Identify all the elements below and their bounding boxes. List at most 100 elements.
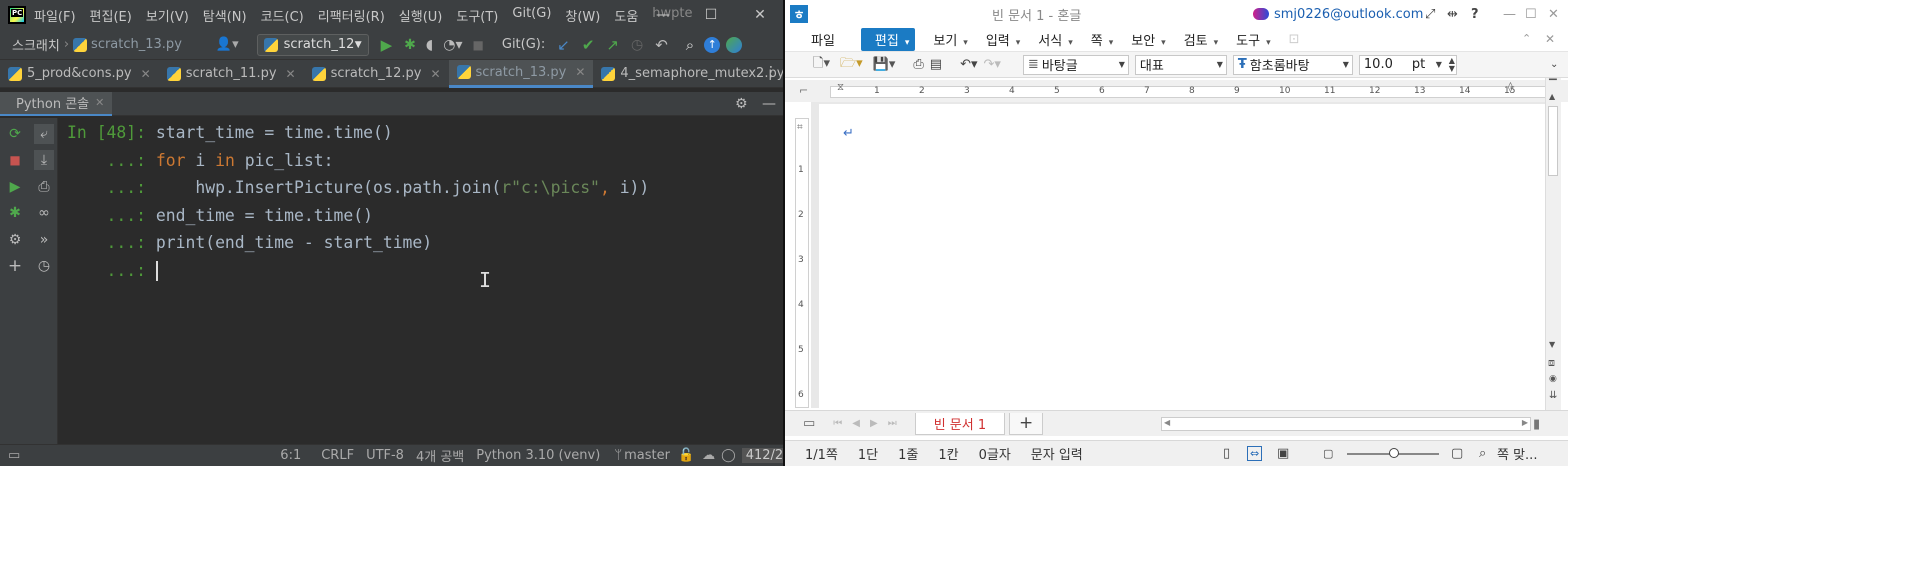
prev-tab-icon[interactable]: ◀ [852,418,860,429]
maximize-icon[interactable]: ☐ [1525,7,1537,22]
maximize-icon[interactable]: ☐ [688,0,734,30]
lock-icon[interactable]: 🔓 [678,448,694,463]
vertical-margin-icon[interactable]: ⌗ [797,122,803,133]
cloud-icon[interactable]: ☁ [702,448,715,463]
tab-list-icon[interactable]: ▭ [803,416,815,431]
menu-item[interactable]: 도구(T) [456,6,498,25]
menu-item[interactable]: 편집(E) [90,6,132,25]
console-line[interactable]: ...: hwp.InsertPicture(os.path.join(r"c:… [58,176,650,200]
editor-tab[interactable]: 4_semaphore_mutex2.py✕ [593,60,783,88]
editor-tab[interactable]: scratch_11.py ✕ [159,60,304,88]
normal-view-icon[interactable]: ▯ [1223,446,1230,461]
print-icon[interactable]: ⎙ [913,57,923,72]
next-tab-icon[interactable]: ▶ [870,418,878,429]
more-tabs-icon[interactable]: ⋮ [764,64,778,80]
memory-indicator[interactable]: 412/2048M [741,448,783,463]
editor-tab[interactable]: scratch_12.py ✕ [304,60,449,88]
settings-icon[interactable]: ⚙ [5,230,25,250]
profile-icon[interactable]: ◔▾ [443,37,462,53]
rerun-icon[interactable]: ⟳ [5,124,25,144]
split-icon[interactable]: ⇹ [1447,7,1458,22]
add-icon[interactable]: + [5,256,25,276]
menu-item[interactable]: 파일(F) [34,6,76,25]
minimize-icon[interactable]: — [1503,7,1516,22]
language-select[interactable]: 대표 ▼ [1134,54,1227,75]
console-line[interactable]: ...: print(end_time - start_time) [58,231,433,255]
menu-item[interactable]: 창(W) [565,6,600,25]
scroll-up-icon[interactable]: ▲ [1549,92,1555,101]
debug-icon[interactable]: ✱ [5,203,25,223]
status-encoding[interactable]: UTF-8 [366,448,404,463]
special-vars-icon[interactable]: » [34,230,54,250]
horizontal-ruler[interactable]: ⌐ ⧖ 1 2 3 4 5 6 7 8 9 10 11 12 13 14 15 ◊ [785,80,1568,102]
collapse-ribbon-icon[interactable]: ⌃ [1522,32,1531,45]
close-icon[interactable]: ✕ [141,67,151,81]
close-icon[interactable]: ✕ [95,96,104,109]
preview-icon[interactable]: ▤ [930,57,942,72]
hwp-menu-item[interactable]: 파일 [811,30,835,49]
font-size-select[interactable]: 10.0 pt ▼ ▲ ▼ [1358,54,1457,75]
page-up-icon[interactable]: ⧈ [1548,356,1555,370]
font-select[interactable]: Ŧ 함초롬바탕 ▼ [1232,54,1353,75]
status-interpreter[interactable]: Python 3.10 (venv) [476,448,600,463]
style-select[interactable]: ≣ 바탕글 ▼ [1022,54,1129,75]
stop-icon[interactable]: ■ [5,150,25,170]
save-icon[interactable]: 💾▾ [873,57,896,72]
status-line-separator[interactable]: CRLF [321,448,354,463]
chevron-up-icon[interactable]: ▔ [1549,80,1557,91]
zoom-in-icon[interactable]: ▢ [1451,446,1463,461]
rollback-icon[interactable]: ↶ [655,36,668,54]
first-tab-icon[interactable]: ⏮ [833,418,842,429]
fullscreen-icon[interactable]: ⤢ [1425,7,1435,22]
account-icon[interactable] [1253,8,1269,20]
git-update-icon[interactable]: ↙ [557,36,570,54]
hwp-menu-item[interactable]: 보기 ▾ [933,30,967,49]
open-icon[interactable]: 🗁▾ [840,54,863,76]
status-column[interactable]: 1칸 [938,444,958,463]
zoom-out-icon[interactable]: ▢ [1323,447,1333,460]
console-line[interactable]: In [48]: start_time = time.time() [58,121,393,145]
document-tab[interactable]: 빈 문서 1 [914,412,1006,435]
document-page[interactable]: ↵ [819,104,1547,408]
console-line[interactable]: ...: [58,259,158,283]
menu-item[interactable]: 보기(V) [146,6,189,25]
scroll-right-icon[interactable]: ▶ [1522,418,1528,427]
close-icon[interactable]: ✕ [1548,7,1559,22]
status-position[interactable]: 6:1 [280,448,301,463]
console-line[interactable]: ...: for i in pic_list: [58,149,334,173]
search-icon[interactable]: ⌕ [686,36,694,54]
coverage-icon[interactable]: ◖ [426,37,433,53]
menu-item[interactable]: 코드(C) [261,6,304,25]
close-icon[interactable]: ✕ [430,67,440,81]
git-commit-icon[interactable]: ✔ [582,36,595,54]
console-editor[interactable]: In [48]: start_time = time.time() ...: for … [58,118,783,444]
hwp-menu-item[interactable]: 입력 ▾ [986,30,1020,49]
scroll-thumb[interactable] [1548,106,1558,176]
status-mode[interactable]: 문자 입력 [1031,444,1083,463]
panel-toggle-icon[interactable]: ▭ [8,448,20,463]
help-icon[interactable]: ? [1471,7,1479,22]
spinner-icon[interactable]: ▲ ▼ [1449,56,1455,73]
status-line[interactable]: 1줄 [898,444,918,463]
debug-icon[interactable]: ✱ [404,37,416,53]
status-branch[interactable]: master [624,448,670,463]
notification-icon[interactable]: ◯ [721,448,736,463]
console-line[interactable]: ...: end_time = time.time() [58,204,373,228]
multi-page-view-icon[interactable]: ▣ [1277,446,1289,461]
close-icon[interactable]: ✕ [575,65,585,79]
toolbar-more-icon[interactable]: ⌄ [1550,59,1558,70]
menu-item[interactable]: 실행(U) [399,6,443,25]
menu-item[interactable]: 도움 [614,6,638,25]
menu-item[interactable]: 탐색(N) [203,6,247,25]
zoom-value[interactable]: 쪽 맞... [1497,444,1537,463]
breadcrumb-file[interactable]: scratch_13.py [91,37,182,52]
history-icon[interactable]: ◷ [34,256,54,276]
zoom-slider[interactable] [1347,448,1439,458]
run-icon[interactable]: ▶ [381,36,393,54]
tab-stop-icon[interactable]: ⌐ [799,84,808,97]
gear-icon[interactable]: ⚙ [735,96,748,112]
breadcrumb-root[interactable]: 스크래치 [12,35,60,54]
vertical-ruler[interactable]: 1 2 3 4 5 6 [795,118,809,408]
hide-panel-icon[interactable]: — [762,96,776,112]
soft-wrap-icon[interactable]: ⤶ [34,124,54,144]
